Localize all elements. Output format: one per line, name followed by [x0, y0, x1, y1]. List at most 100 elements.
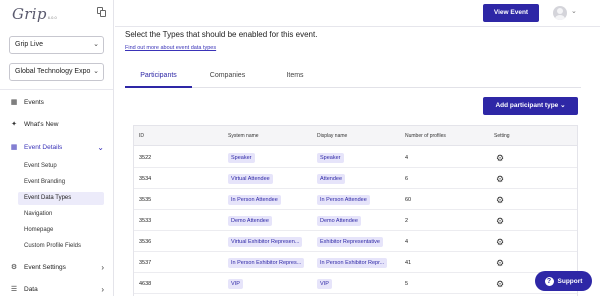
gear-icon[interactable]: ⚙ — [495, 153, 505, 163]
chevron-down-icon: ⌄ — [560, 102, 566, 109]
nav-event-details[interactable]: ▦ Event Details ⌄ — [0, 137, 113, 157]
display-name-chip: VIP — [317, 279, 332, 289]
event-select[interactable]: Grip Live ⌄ — [9, 36, 104, 54]
display-name-chip: Speaker — [317, 153, 344, 163]
cell-id: 3534 — [139, 176, 152, 182]
nav-event-details-label: Event Details — [24, 143, 63, 151]
gear-icon[interactable]: ⚙ — [495, 258, 505, 268]
sidebar: Grip 6.0.0 Grip Live ⌄ Global Technology… — [0, 0, 114, 296]
gear-icon: ⚙ — [10, 264, 18, 271]
nav-event-settings-label: Event Settings — [24, 263, 66, 271]
nav-events-label: Events — [24, 98, 44, 106]
calendar-icon: ▦ — [10, 99, 18, 106]
nav-whats-new-label: What's New — [24, 120, 59, 128]
system-name-chip: Speaker — [228, 153, 255, 163]
nav-data[interactable]: ☰ Data › — [0, 279, 113, 296]
system-name-chip: Virtual Exhibitor Represen... — [228, 237, 303, 247]
cell-count: 5 — [405, 281, 409, 287]
cell-id: 3537 — [139, 260, 152, 266]
gear-icon[interactable]: ⚙ — [495, 237, 505, 247]
avatar[interactable] — [553, 6, 567, 20]
tab-items[interactable]: Items — [275, 64, 315, 88]
view-event-button[interactable]: View Event — [483, 4, 539, 22]
sub-item-event-branding[interactable]: Event Branding — [18, 176, 104, 189]
chevron-down-icon[interactable]: ⌄ — [571, 7, 577, 15]
calendar-icon: ▦ — [10, 144, 18, 151]
find-out-link[interactable]: Find out more about event data types — [125, 45, 216, 51]
gear-icon[interactable]: ⚙ — [495, 174, 505, 184]
cell-id: 4638 — [139, 281, 152, 287]
chevron-right-icon: › — [101, 262, 104, 272]
table-row: 3535 In Person Attendee In Person Attend… — [134, 190, 577, 210]
table-row: 3537 In Person Exhibitor Repres... In Pe… — [134, 253, 577, 273]
collapse-sidebar-icon[interactable] — [97, 7, 107, 18]
table-row: 3536 Virtual Exhibitor Represen... Exhib… — [134, 232, 577, 252]
cell-id: 3522 — [139, 155, 152, 161]
sub-item-homepage[interactable]: Homepage — [18, 224, 104, 237]
gear-icon[interactable]: ⚙ — [495, 195, 505, 205]
display-name-chip: Attendee — [317, 174, 346, 184]
cell-count: 4 — [405, 239, 409, 245]
system-name-chip: In Person Attendee — [228, 195, 281, 205]
cell-count: 41 — [405, 260, 412, 266]
header-display-name: Display name — [317, 133, 348, 139]
sub-item-navigation[interactable]: Navigation — [18, 208, 104, 221]
chevron-down-icon: ⌄ — [93, 41, 99, 48]
system-name-chip: VIP — [228, 279, 243, 289]
grip-logo[interactable]: Grip 6.0.0 — [12, 5, 57, 23]
participant-types-table: ID System name Display name Number of pr… — [133, 125, 578, 296]
system-name-chip: In Person Exhibitor Repres... — [228, 258, 305, 268]
chevron-right-icon: › — [101, 284, 104, 294]
cell-id: 3533 — [139, 218, 152, 224]
table-header: ID System name Display name Number of pr… — [134, 126, 577, 146]
nav-data-label: Data — [24, 285, 38, 293]
header-setting: Setting — [494, 133, 510, 139]
event-name-select-value: Global Technology Expo 2023 — [15, 68, 91, 75]
cell-count: 2 — [405, 218, 409, 224]
intro-text: Select the Types that should be enabled … — [125, 30, 318, 39]
gear-icon[interactable]: ⚙ — [495, 279, 505, 289]
table-row: 3522 Speaker Speaker 4 ⚙ — [134, 148, 577, 168]
header-system-name: System name — [228, 133, 259, 139]
display-name-chip: In Person Exhibitor Repr... — [317, 258, 388, 268]
header-id: ID — [139, 133, 144, 139]
help-icon: ? — [544, 276, 554, 286]
tab-bar: Participants Companies Items — [125, 64, 581, 88]
display-name-chip: Exhibitor Representative — [317, 237, 383, 247]
display-name-chip: Demo Attendee — [317, 216, 361, 226]
system-name-chip: Virtual Attendee — [228, 174, 273, 184]
cell-count: 4 — [405, 155, 409, 161]
support-button[interactable]: ? Support — [535, 271, 592, 291]
event-name-select[interactable]: Global Technology Expo 2023 ⌄ — [9, 63, 104, 81]
sub-item-custom-profile-fields[interactable]: Custom Profile Fields — [18, 240, 104, 253]
list-icon: ☰ — [10, 286, 18, 293]
system-name-chip: Demo Attendee — [228, 216, 272, 226]
nav-whats-new[interactable]: ✦ What's New — [0, 114, 113, 134]
chevron-down-icon: ⌄ — [97, 142, 104, 152]
table-row: 4638 VIP VIP 5 ⚙ — [134, 274, 577, 294]
chevron-down-icon: ⌄ — [93, 68, 99, 75]
app-version: 6.0.0 — [47, 15, 57, 20]
cell-count: 6 — [405, 176, 409, 182]
table-row: 3534 Virtual Attendee Attendee 6 ⚙ — [134, 169, 577, 189]
cell-count: 60 — [405, 197, 412, 203]
gear-icon[interactable]: ⚙ — [495, 216, 505, 226]
cell-id: 3536 — [139, 239, 152, 245]
tab-participants[interactable]: Participants — [125, 64, 192, 88]
tab-companies[interactable]: Companies — [195, 64, 260, 88]
add-participant-type-button[interactable]: Add participant type ⌄ — [483, 97, 578, 115]
nav-events[interactable]: ▦ Events — [0, 92, 113, 112]
header-number-of-profiles: Number of profiles — [405, 133, 446, 139]
add-participant-type-label: Add participant type — [495, 102, 559, 109]
sub-item-event-setup[interactable]: Event Setup — [18, 160, 104, 173]
nav-event-settings[interactable]: ⚙ Event Settings › — [0, 257, 113, 277]
event-select-value: Grip Live — [15, 41, 44, 48]
table-row: 3533 Demo Attendee Demo Attendee 2 ⚙ — [134, 211, 577, 231]
divider — [0, 89, 113, 90]
rocket-icon: ✦ — [11, 121, 17, 128]
support-label: Support — [557, 277, 583, 285]
cell-id: 3535 — [139, 197, 152, 203]
sub-item-event-data-types[interactable]: Event Data Types — [18, 192, 104, 205]
display-name-chip: In Person Attendee — [317, 195, 370, 205]
logo-text: Grip — [12, 5, 47, 23]
